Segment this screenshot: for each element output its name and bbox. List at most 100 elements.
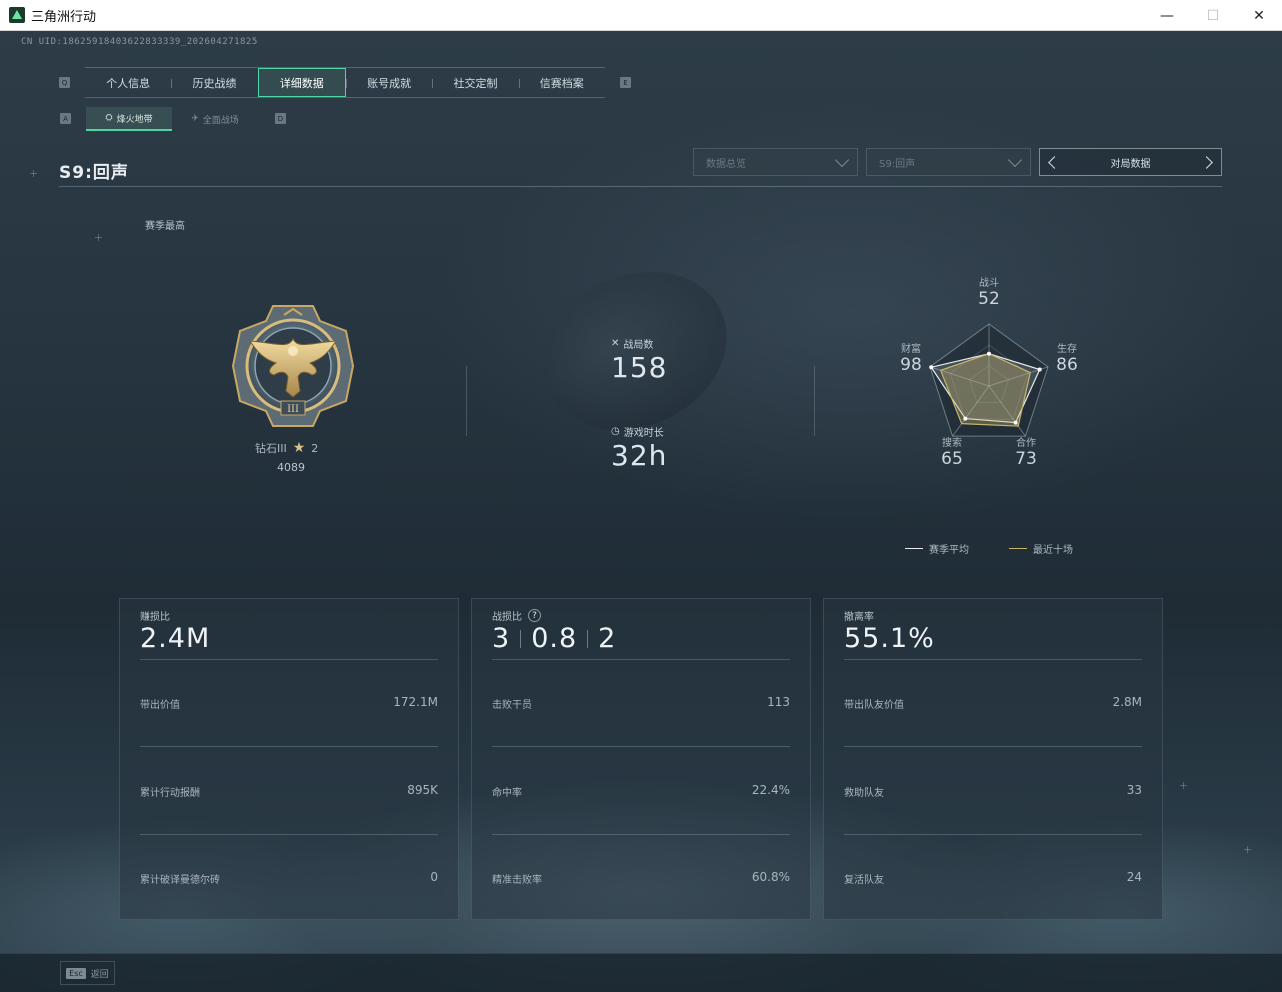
rank-name: 钻石III [255, 442, 287, 455]
subtab-next-key-icon[interactable]: D [275, 113, 286, 124]
back-label: 返回 [90, 969, 109, 980]
playtime-label-row: ◷ 游戏时长 [611, 424, 664, 439]
row-label: 击败干员 [492, 700, 532, 711]
row-label: 复活队友 [844, 875, 884, 886]
chevron-down-icon [1007, 152, 1023, 168]
tab-detailed-data[interactable]: 详细数据 [257, 68, 346, 97]
help-icon[interactable]: ? [528, 609, 541, 622]
kda-separator [587, 629, 589, 648]
tab-history[interactable]: 历史战绩 [171, 68, 257, 97]
row-value: 24 [1126, 870, 1142, 884]
radar-label-wealth: 财富 [901, 344, 921, 355]
divider [814, 366, 815, 436]
radar-label-combat: 战斗 [979, 278, 999, 289]
tab-personal-info[interactable]: 个人信息 [85, 68, 171, 97]
card-divider [844, 659, 1142, 660]
row-label: 命中率 [492, 788, 522, 799]
chevron-right-icon[interactable] [1200, 156, 1213, 169]
close-button[interactable]: ✕ [1236, 0, 1282, 31]
matches-label-row: ✕ 战局数 [611, 336, 653, 351]
rank-stars: 2 [311, 441, 319, 455]
tab-social[interactable]: 社交定制 [432, 68, 518, 97]
row-value: 895K [407, 783, 438, 797]
playtime-label: 游戏时长 [623, 428, 664, 439]
row-value: 33 [1126, 783, 1142, 797]
tab-prev-key-icon[interactable]: Q [59, 77, 70, 88]
radar-point [963, 416, 968, 421]
minimize-button[interactable]: — [1144, 0, 1190, 31]
user-uid: CN UID:18625918403622833339_202604271825 [21, 37, 258, 47]
season-dropdown[interactable]: S9:回声 [866, 148, 1031, 176]
row-value: 113 [767, 695, 790, 709]
rank-name-row: 钻石III ★ 2 [255, 440, 318, 456]
playtime-value: 32h [611, 439, 668, 472]
back-button[interactable]: Esc 返回 [60, 961, 115, 985]
row-value: 60.8% [751, 870, 790, 884]
rank-emblem-icon: III [231, 305, 355, 427]
row-value: 0 [430, 870, 438, 884]
rank-score: 4089 [277, 461, 305, 474]
esc-key-icon: Esc [66, 967, 86, 979]
crosshair-mark [1180, 782, 1187, 789]
kda-ratio: 0.8 [531, 623, 578, 654]
card-divider [140, 659, 438, 660]
svg-text:III: III [287, 404, 299, 415]
subtab-firezone-label: 烽火地带 [116, 114, 153, 125]
subtab-prev-key-icon[interactable]: A [60, 113, 71, 124]
radar-point [1037, 367, 1042, 372]
card-value: 2.4M [140, 623, 211, 654]
kda-kills: 3 [492, 623, 511, 654]
crosshair-mark [1244, 846, 1251, 853]
card-extraction-rate: 撤离率 55.1% 带出队友价值 2.8M 救助队友 33 复活队友 24 [823, 598, 1163, 920]
radar-value-combat: 52 [978, 289, 1000, 309]
main-tabs: 个人信息 历史战绩 详细数据 账号成就 社交定制 信赛档案 [85, 67, 605, 98]
divider [466, 366, 467, 436]
window-title: 三角洲行动 [31, 9, 97, 25]
card-divider [844, 834, 1142, 835]
kda-separator [520, 629, 522, 648]
card-divider [492, 746, 790, 747]
card-title-row: 战损比 ? [492, 608, 541, 623]
radar-point [987, 351, 991, 356]
tab-next-key-icon[interactable]: E [620, 77, 631, 88]
card-divider [844, 746, 1142, 747]
kda-values: 3 0.8 2 [492, 623, 616, 654]
row-label: 精准击败率 [492, 875, 542, 886]
data-type-value: 数据总览 [706, 158, 746, 170]
maximize-button[interactable]: ☐ [1190, 0, 1236, 31]
app-logo-icon [9, 7, 25, 23]
crosshair-mark [95, 234, 102, 241]
season-title: S9:回声 [59, 163, 129, 183]
legend-recent-label: 最近十场 [1033, 545, 1073, 556]
card-title: 战损比 [492, 612, 522, 623]
kda-deaths: 2 [598, 623, 617, 654]
subtab-firezone[interactable]: ⛭ 烽火地带 [86, 107, 172, 131]
subtab-battlefield-label: 全面战场 [202, 115, 239, 126]
legend-recent: 最近十场 [1009, 541, 1073, 556]
season-best-label: 赛季最高 [145, 221, 185, 232]
matches-label: 战局数 [623, 340, 654, 351]
battlefield-icon: ✈ [191, 114, 199, 124]
card-value: 55.1% [844, 623, 935, 654]
data-type-dropdown[interactable]: 数据总览 [693, 148, 858, 176]
row-value: 2.8M [1112, 695, 1142, 709]
card-title: 赚损比 [140, 612, 170, 623]
legend-season-avg: 赛季平均 [905, 541, 969, 556]
radar-value-search: 65 [941, 449, 963, 469]
subtab-battlefield[interactable]: ✈ 全面战场 [172, 107, 258, 131]
radar-value-coop: 73 [1015, 449, 1037, 469]
card-title: 撤离率 [844, 612, 874, 623]
card-divider [140, 746, 438, 747]
firezone-icon: ⛭ [105, 113, 113, 123]
chevron-left-icon[interactable] [1048, 156, 1061, 169]
row-value: 172.1M [393, 695, 438, 709]
tab-archive[interactable]: 信赛档案 [518, 68, 605, 97]
row-label: 救助队友 [844, 788, 884, 799]
main-area: CN UID:18625918403622833339_202604271825… [0, 31, 1282, 992]
tab-achievements[interactable]: 账号成就 [345, 68, 432, 97]
radar-label-coop: 合作 [1016, 438, 1036, 449]
card-profit-ratio: 赚损比 2.4M 带出价值 172.1M 累计行动报酬 895K 累计破译曼德尔… [119, 598, 459, 920]
row-label: 带出队友价值 [844, 700, 904, 711]
card-divider [140, 834, 438, 835]
radar-value-survival: 86 [1056, 355, 1078, 375]
